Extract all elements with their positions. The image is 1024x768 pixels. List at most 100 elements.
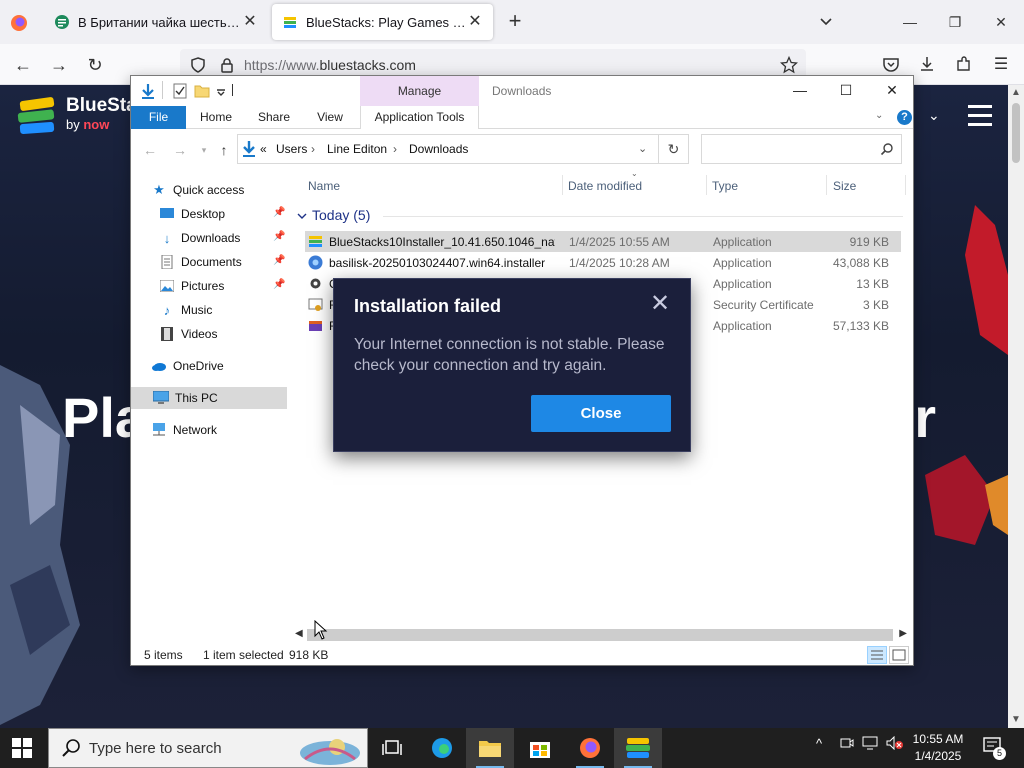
pin-icon[interactable]: 📌 <box>273 207 285 218</box>
forward-button[interactable]: → <box>46 52 72 78</box>
close-tab-icon[interactable]: ✕ <box>242 14 258 30</box>
app-menu-hamburger-icon[interactable]: ☰ <box>988 52 1014 78</box>
expand-ribbon-chevron-icon[interactable]: ⌄ <box>875 110 883 121</box>
firefox-taskbar-icon[interactable] <box>566 728 614 768</box>
pocket-icon[interactable] <box>882 56 900 74</box>
tracking-shield-icon[interactable] <box>190 57 206 73</box>
quick-access-download-icon[interactable] <box>139 82 157 100</box>
explorer-forward-icon[interactable]: → <box>171 141 189 159</box>
volume-muted-icon[interactable] <box>886 735 904 753</box>
file-size: 13 KB <box>856 277 889 291</box>
scroll-down-icon[interactable]: ▼ <box>1008 712 1024 728</box>
taskbar-clock[interactable]: 10:55 AM 1/4/2025 <box>905 731 971 765</box>
nav-quick-access[interactable]: ★ Quick access <box>151 179 307 201</box>
properties-check-icon[interactable] <box>171 82 189 100</box>
tab-application-tools[interactable]: Application Tools <box>360 106 479 129</box>
breadcrumb-separator-icon[interactable]: › <box>311 142 315 156</box>
file-explorer-taskbar-icon[interactable] <box>466 728 514 768</box>
group-collapse-chevron-icon[interactable] <box>297 212 307 220</box>
task-view-icon[interactable] <box>368 728 416 768</box>
tab-file[interactable]: File <box>131 106 186 129</box>
file-list-horizontal-scrollbar[interactable]: ◀ ▶ <box>291 627 913 644</box>
explorer-back-icon[interactable]: ← <box>141 141 159 159</box>
scroll-up-icon[interactable]: ▲ <box>1008 85 1024 101</box>
notification-center-icon[interactable]: 5 <box>982 736 1008 760</box>
dialog-close-icon[interactable]: ✕ <box>648 292 672 317</box>
file-row[interactable]: basilisk-20250103024407.win64.installer … <box>305 252 901 273</box>
downloads-folder-icon <box>243 141 255 157</box>
back-button[interactable]: ← <box>10 52 36 78</box>
help-icon[interactable]: ? <box>897 110 912 125</box>
site-menu-hamburger-icon[interactable] <box>968 105 992 126</box>
explorer-minimize-button[interactable]: — <box>777 76 823 106</box>
breadcrumb-users[interactable]: Users <box>276 142 307 156</box>
tab-view[interactable]: View <box>307 106 353 129</box>
network-status-icon[interactable] <box>862 736 878 753</box>
up-one-level-icon[interactable]: ↑ <box>215 141 233 159</box>
column-header-date[interactable]: Date modified <box>568 179 642 193</box>
chevron-down-icon[interactable]: ⌄ <box>928 107 940 124</box>
breadcrumb-downloads[interactable]: Downloads <box>409 142 468 156</box>
pin-icon[interactable]: 📌 <box>273 231 285 242</box>
show-hidden-icons-chevron-icon[interactable]: ^ <box>816 736 822 751</box>
meet-now-icon[interactable] <box>840 736 854 753</box>
extensions-icon[interactable] <box>955 55 973 73</box>
breadcrumb-separator-icon[interactable]: › <box>393 142 397 156</box>
taskbar-search-box[interactable]: Type here to search <box>48 728 368 768</box>
breadcrumb-overflow[interactable]: « <box>260 142 267 156</box>
scrollbar-thumb[interactable] <box>1012 103 1020 163</box>
nav-onedrive[interactable]: OneDrive <box>151 355 307 377</box>
column-header-type[interactable]: Type <box>712 179 738 193</box>
list-all-tabs-chevron-icon[interactable] <box>814 10 838 34</box>
tab-bluestacks[interactable]: BlueStacks: Play Games on PC ✕ <box>272 4 493 40</box>
column-divider[interactable] <box>706 175 707 195</box>
microsoft-store-icon[interactable] <box>516 728 564 768</box>
url-text[interactable]: https://www.bluestacks.com <box>244 57 416 73</box>
explorer-maximize-button[interactable]: ☐ <box>823 76 869 106</box>
column-divider[interactable] <box>562 175 563 195</box>
scroll-right-icon[interactable]: ▶ <box>899 628 907 639</box>
refresh-button[interactable]: ↻ <box>659 134 689 164</box>
edge-browser-icon[interactable] <box>418 728 466 768</box>
recent-locations-chevron-icon[interactable]: ▾ <box>195 141 213 159</box>
breadcrumb-user[interactable]: Line Editon <box>327 142 387 156</box>
new-folder-icon[interactable] <box>193 82 211 100</box>
pin-icon[interactable]: 📌 <box>273 255 285 266</box>
address-bar[interactable]: « Users › Line Editon › Downloads ⌄ <box>237 134 659 164</box>
large-icons-view-button[interactable] <box>889 646 909 664</box>
scroll-left-icon[interactable]: ◀ <box>295 628 303 639</box>
column-divider[interactable] <box>826 175 827 195</box>
column-header-size[interactable]: Size <box>833 179 856 193</box>
tab-home[interactable]: Home <box>193 106 239 129</box>
bookmark-star-icon[interactable] <box>780 56 798 74</box>
column-header-name[interactable]: Name <box>308 179 340 193</box>
column-divider[interactable] <box>905 175 906 195</box>
search-input[interactable] <box>701 134 902 164</box>
page-scrollbar[interactable]: ▲ ▼ <box>1008 85 1024 728</box>
nav-this-pc[interactable]: This PC <box>131 387 287 409</box>
dialog-close-button[interactable]: Close <box>531 395 671 432</box>
file-row[interactable]: BlueStacks10Installer_10.41.650.1046_nat… <box>305 231 901 252</box>
new-tab-button[interactable]: + <box>503 10 527 34</box>
minimize-button[interactable]: — <box>895 8 925 36</box>
details-view-button[interactable] <box>867 646 887 664</box>
address-row: ← → ▾ ↑ « Users › Line Editon › Download… <box>131 129 913 169</box>
pin-icon[interactable]: 📌 <box>273 279 285 290</box>
customize-toolbar-chevron-icon[interactable] <box>215 82 227 100</box>
close-tab-icon[interactable]: ✕ <box>467 14 483 30</box>
tab-news[interactable]: В Британии чайка шесть лет и ✕ <box>44 4 268 40</box>
lock-icon[interactable] <box>220 57 234 73</box>
bluestacks-taskbar-icon[interactable] <box>614 728 662 768</box>
close-window-button[interactable]: ✕ <box>986 8 1016 36</box>
nav-network[interactable]: Network <box>151 419 307 441</box>
group-header-today[interactable]: Today (5) <box>312 207 370 223</box>
address-history-chevron-icon[interactable]: ⌄ <box>638 142 647 155</box>
tab-share[interactable]: Share <box>251 106 297 129</box>
windows-start-icon[interactable] <box>12 738 32 758</box>
firefox-view-icon[interactable] <box>8 12 30 34</box>
explorer-close-button[interactable]: ✕ <box>869 76 915 106</box>
reload-button[interactable]: ↻ <box>82 52 108 78</box>
scrollbar-thumb[interactable] <box>307 629 893 641</box>
restore-button[interactable]: ❐ <box>940 8 970 36</box>
downloads-icon[interactable] <box>918 55 936 73</box>
